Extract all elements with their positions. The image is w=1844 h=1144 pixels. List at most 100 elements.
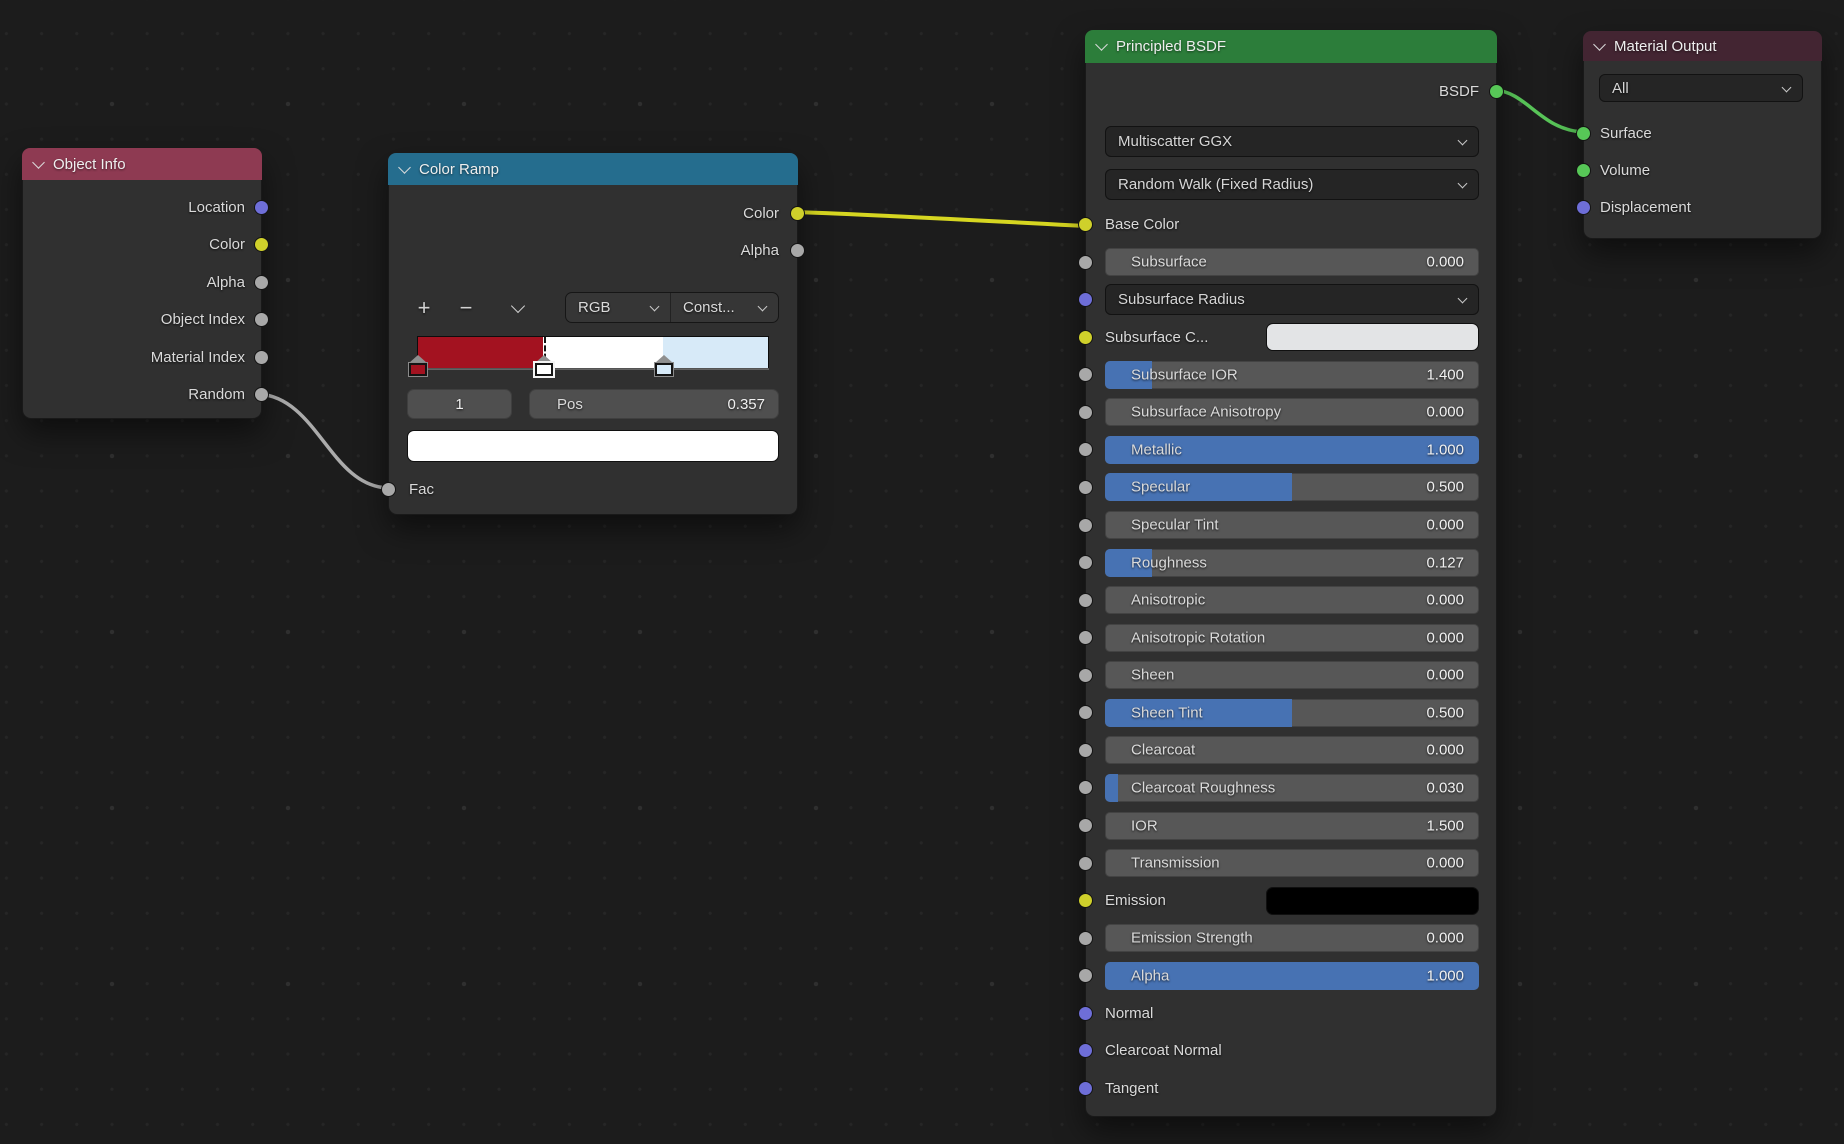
node-principled-bsdf[interactable]: Principled BSDF BSDF Multiscatter GGX Ra… [1085,30,1497,1117]
subsurface-anisotropy-input-socket[interactable] [1078,405,1093,420]
clearcoat-input-socket[interactable] [1078,743,1093,758]
material-index-output-socket[interactable] [254,350,269,365]
param-value: 0.000 [1426,254,1464,271]
output-target-dropdown[interactable]: All [1599,74,1803,102]
anisotropic-input-socket[interactable] [1078,593,1093,608]
chevron-down-icon [511,299,525,313]
param-label: Anisotropic Rotation [1131,629,1265,646]
param-slider-alpha[interactable]: Alpha1.000 [1105,962,1479,990]
roughness-input-socket[interactable] [1078,555,1093,570]
location-output-socket[interactable] [254,200,269,215]
chevron-down-icon [650,302,660,312]
node-header[interactable]: Material Output [1583,31,1822,61]
param-slider-ior[interactable]: IOR1.500 [1105,812,1479,840]
color-output-socket[interactable] [790,206,805,221]
param-slider-clearcoat-roughness[interactable]: Clearcoat Roughness0.030 [1105,774,1479,802]
color-output-socket[interactable] [254,237,269,252]
param-slider-sheen-tint[interactable]: Sheen Tint0.500 [1105,699,1479,727]
stop-handle-arrow-icon [409,355,427,363]
output-row-location: Location [23,193,261,221]
subsurface-radius-input-socket[interactable] [1078,292,1093,307]
node-header[interactable]: Object Info [22,148,262,180]
displacement-input-socket[interactable] [1576,200,1591,215]
output-label: Object Index [161,311,245,328]
param-slider-specular-tint[interactable]: Specular Tint0.000 [1105,511,1479,539]
add-stop-button[interactable]: + [410,294,438,322]
param-slider-roughness[interactable]: Roughness0.127 [1105,549,1479,577]
alpha-input-socket[interactable] [1078,968,1093,983]
ramp-stop-handle-2[interactable] [654,355,674,378]
output-label: Random [188,386,245,403]
node-material-output[interactable]: Material Output All SurfaceVolumeDisplac… [1583,31,1822,239]
color-mode-dropdown[interactable]: RGB [566,293,670,322]
ramp-stop-handle-1[interactable] [534,355,554,378]
sheen-tint-input-socket[interactable] [1078,705,1093,720]
anisotropic-rotation-input-socket[interactable] [1078,630,1093,645]
emission-strength-input-socket[interactable] [1078,931,1093,946]
alpha-output-socket[interactable] [790,243,805,258]
fac-input-socket[interactable] [381,482,396,497]
collapse-chevron-icon[interactable] [32,156,45,169]
alpha-output-socket[interactable] [254,275,269,290]
output-row-alpha: Alpha [23,268,261,296]
random-output-socket[interactable] [254,387,269,402]
metallic-input-socket[interactable] [1078,442,1093,457]
param-slider-clearcoat[interactable]: Clearcoat0.000 [1105,736,1479,764]
param-slider-anisotropic-rotation[interactable]: Anisotropic Rotation0.000 [1105,624,1479,652]
ramp-menu-button[interactable] [504,294,532,322]
chevron-down-icon [1782,82,1792,92]
param-slider-sheen[interactable]: Sheen0.000 [1105,661,1479,689]
emission-color-swatch[interactable] [1266,887,1479,915]
link-bsdf-to-surface[interactable] [1495,90,1583,132]
collapse-chevron-icon[interactable] [1095,38,1108,51]
param-slider-subsurface[interactable]: Subsurface0.000 [1105,248,1479,276]
specular-input-socket[interactable] [1078,480,1093,495]
param-slider-anisotropic[interactable]: Anisotropic0.000 [1105,586,1479,614]
collapse-chevron-icon[interactable] [1593,38,1606,51]
stop-position-field[interactable]: Pos 0.357 [529,389,779,419]
interpolation-dropdown[interactable]: Const... [670,293,778,322]
subsurface-method-dropdown[interactable]: Random Walk (Fixed Radius) [1105,169,1479,200]
distribution-dropdown[interactable]: Multiscatter GGX [1105,126,1479,157]
subsurface-ior-input-socket[interactable] [1078,367,1093,382]
surface-input-socket[interactable] [1576,126,1591,141]
param-slider-metallic[interactable]: Metallic1.000 [1105,436,1479,464]
collapse-chevron-icon[interactable] [398,161,411,174]
clearcoat-roughness-input-socket[interactable] [1078,780,1093,795]
active-stop-color-swatch[interactable] [407,430,779,462]
transmission-input-socket[interactable] [1078,856,1093,871]
specular-tint-input-socket[interactable] [1078,518,1093,533]
ior-input-socket[interactable] [1078,818,1093,833]
tangent-input-socket[interactable] [1078,1081,1093,1096]
node-editor-canvas[interactable]: Object Info LocationColorAlphaObject Ind… [0,0,1844,1144]
ramp-stop-handle-0[interactable] [408,355,428,378]
node-header[interactable]: Principled BSDF [1085,30,1497,63]
sheen-input-socket[interactable] [1078,668,1093,683]
subsurface-input-socket[interactable] [1078,255,1093,270]
param-slider-subsurface-ior[interactable]: Subsurface IOR1.400 [1105,361,1479,389]
param-row-base-color: Base Color [1086,211,1496,239]
param-slider-subsurface-anisotropy[interactable]: Subsurface Anisotropy0.000 [1105,398,1479,426]
node-object-info[interactable]: Object Info LocationColorAlphaObject Ind… [22,148,262,419]
input-label: Displacement [1600,199,1691,216]
node-color-ramp[interactable]: Color Ramp Color Alpha + − RGB Const... [388,153,798,515]
output-row-alpha: Alpha [389,236,797,264]
bsdf-output-socket[interactable] [1489,84,1504,99]
subsurface-c-input-socket[interactable] [1078,330,1093,345]
normal-input-socket[interactable] [1078,1006,1093,1021]
link-color-to-basecolor[interactable] [796,212,1085,226]
node-header[interactable]: Color Ramp [388,153,798,185]
subsurface-c-color-swatch[interactable] [1266,323,1479,351]
stop-handle-color [535,363,553,376]
param-slider-transmission[interactable]: Transmission0.000 [1105,849,1479,877]
object-index-output-socket[interactable] [254,312,269,327]
volume-input-socket[interactable] [1576,163,1591,178]
param-slider-emission-strength[interactable]: Emission Strength0.000 [1105,924,1479,952]
subsurface-radius-dropdown[interactable]: Subsurface Radius [1105,284,1479,315]
link-random-to-fac[interactable] [259,394,388,488]
color-ramp-gradient[interactable] [417,336,769,369]
remove-stop-button[interactable]: − [452,294,480,322]
base-color-input-socket[interactable] [1078,217,1093,232]
param-slider-specular[interactable]: Specular0.500 [1105,473,1479,501]
active-stop-index-field[interactable]: 1 [407,389,512,419]
